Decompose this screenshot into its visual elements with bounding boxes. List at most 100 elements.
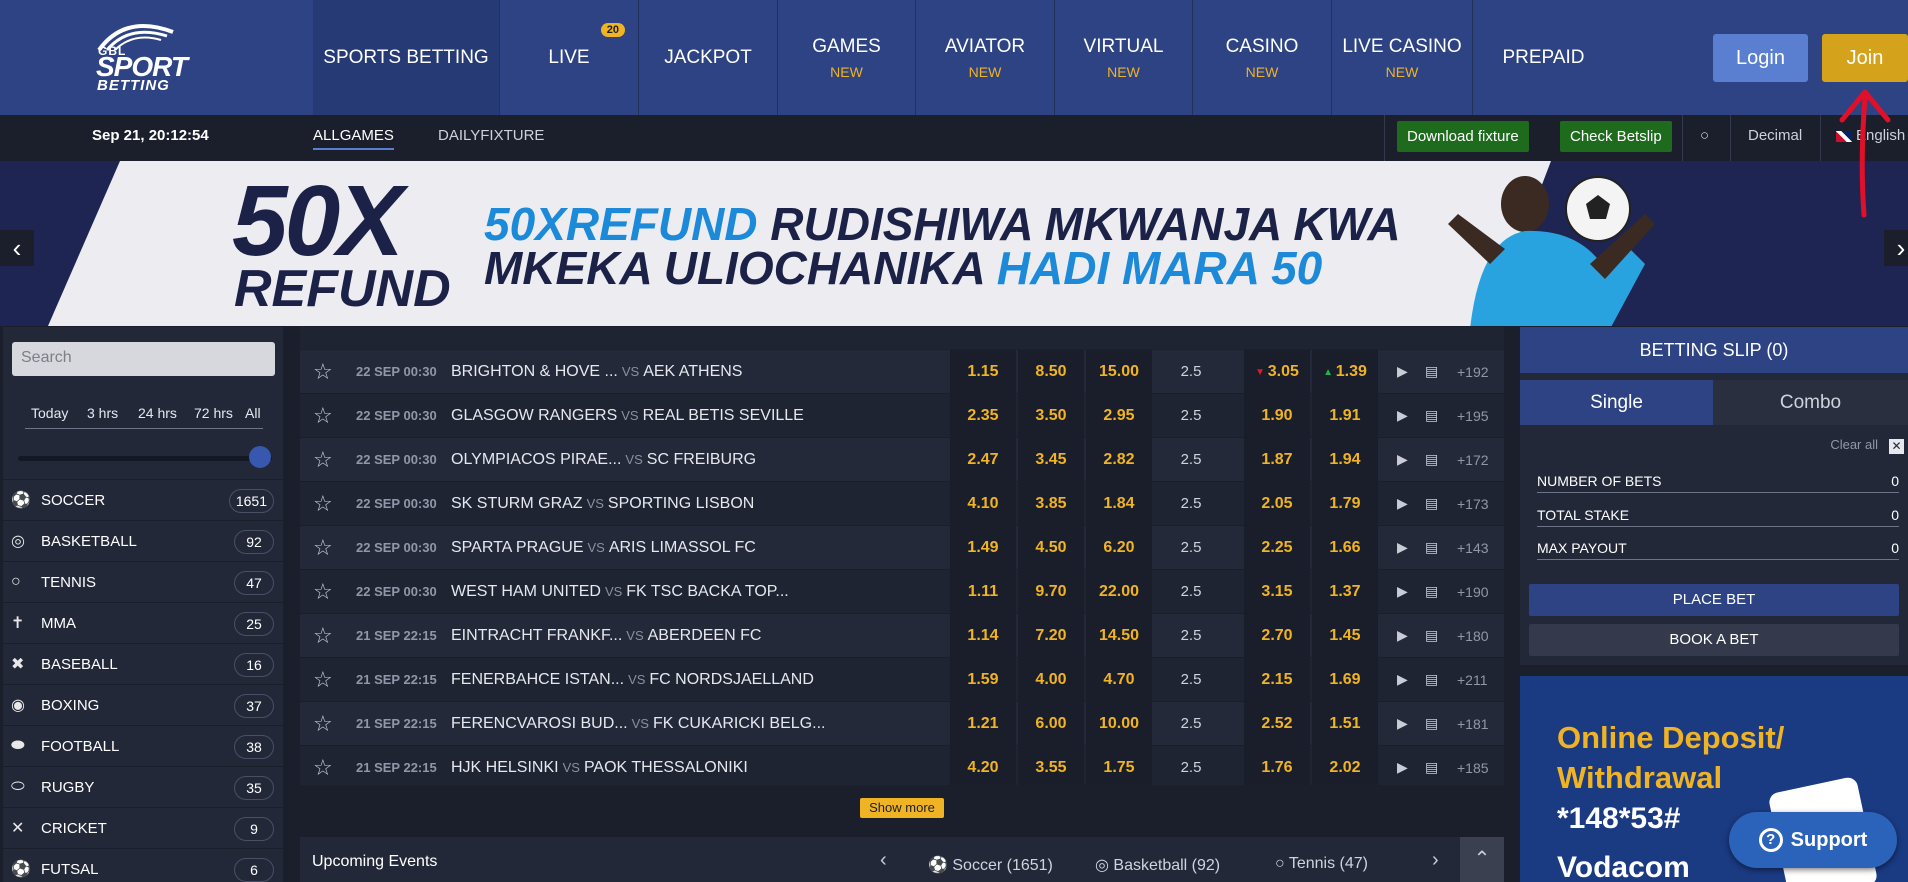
nav-virtual[interactable]: VIRTUAL NEW (1055, 0, 1193, 115)
odd-draw[interactable]: 6.00 (1018, 702, 1084, 746)
more-markets-count[interactable]: +143 (1457, 540, 1489, 556)
show-more-button[interactable]: Show more (860, 798, 944, 818)
play-icon[interactable]: ▶ (1397, 495, 1408, 512)
odd-over[interactable]: 2.52 (1244, 702, 1310, 746)
match-teams[interactable]: OLYMPIACOS PIRAE... VS SC FREIBURG (451, 451, 756, 469)
table-row[interactable]: ☆ 21 SEP 22:15 FENERBAHCE ISTAN... VS FC NOR… (300, 658, 1504, 702)
stats-icon[interactable]: ▤ (1425, 495, 1438, 512)
odd-over[interactable]: 3.15 (1244, 570, 1310, 614)
sport-item-tennis[interactable]: ○ TENNIS 47 (3, 561, 283, 602)
odd-over[interactable]: 1.87 (1244, 438, 1310, 482)
time-range-slider[interactable] (18, 456, 272, 461)
favorite-star-icon[interactable]: ☆ (313, 359, 333, 385)
sport-item-basketball[interactable]: ◎ BASKETBALL 92 (3, 520, 283, 561)
stats-icon[interactable]: ▤ (1425, 451, 1438, 468)
match-teams[interactable]: WEST HAM UNITED VS FK TSC BACKA TOP... (451, 583, 789, 601)
odd-over[interactable]: 2.25 (1244, 526, 1310, 570)
time-filter-all[interactable]: All (245, 405, 261, 421)
table-row[interactable]: ☆ 21 SEP 22:15 EINTRACHT FRANKF... VS ABERDE… (300, 614, 1504, 658)
slider-handle[interactable] (249, 446, 271, 468)
odd-under[interactable]: 1.94 (1312, 438, 1378, 482)
chevron-left-icon[interactable]: ‹ (880, 849, 887, 872)
nav-games[interactable]: GAMES NEW (778, 0, 916, 115)
match-teams[interactable]: SK STURM GRAZ VS SPORTING LISBON (451, 495, 754, 513)
nav-casino[interactable]: CASINO NEW (1193, 0, 1332, 115)
favorite-star-icon[interactable]: ☆ (313, 403, 333, 429)
play-icon[interactable]: ▶ (1397, 627, 1408, 644)
match-teams[interactable]: SPARTA PRAGUE VS ARIS LIMASSOL FC (451, 539, 756, 557)
favorite-star-icon[interactable]: ☆ (313, 579, 333, 605)
more-markets-count[interactable]: +180 (1457, 628, 1489, 644)
odd-over[interactable]: 2.15 (1244, 658, 1310, 702)
odd-home[interactable]: 2.47 (950, 438, 1016, 482)
nav-live[interactable]: LIVE 20 (500, 0, 639, 115)
banner-next-button[interactable]: › (1884, 230, 1908, 266)
stats-icon[interactable]: ▤ (1425, 715, 1438, 732)
more-markets-count[interactable]: +190 (1457, 584, 1489, 600)
check-betslip-button[interactable]: Check Betslip (1560, 121, 1672, 152)
odd-under[interactable]: 1.45 (1312, 614, 1378, 658)
stats-icon[interactable]: ▤ (1425, 759, 1438, 776)
match-teams[interactable]: FENERBAHCE ISTAN... VS FC NORDSJAELLAND (451, 671, 814, 689)
odd-home[interactable]: 4.20 (950, 746, 1016, 785)
odd-draw[interactable]: 3.55 (1018, 746, 1084, 785)
match-teams[interactable]: BRIGHTON & HOVE ... VS AEK ATHENS (451, 363, 742, 381)
odd-under[interactable]: 1.79 (1312, 482, 1378, 526)
time-filter-3hrs[interactable]: 3 hrs (87, 405, 118, 421)
odd-away[interactable]: 15.00 (1086, 350, 1152, 394)
login-button[interactable]: Login (1713, 34, 1808, 82)
sport-item-football[interactable]: ⬬ FOOTBALL 38 (3, 725, 283, 766)
more-markets-count[interactable]: +173 (1457, 496, 1489, 512)
nav-live-casino[interactable]: LIVE CASINO NEW (1332, 0, 1473, 115)
odd-under[interactable]: 1.37 (1312, 570, 1378, 614)
book-a-bet-button[interactable]: BOOK A BET (1529, 624, 1899, 656)
download-fixture-button[interactable]: Download fixture (1397, 121, 1529, 152)
upcoming-tab-soccer[interactable]: ⚽ Soccer (1651) (928, 855, 1053, 875)
play-icon[interactable]: ▶ (1397, 407, 1408, 424)
join-button[interactable]: Join (1822, 34, 1908, 82)
odd-draw[interactable]: 3.50 (1018, 394, 1084, 438)
sport-item-soccer[interactable]: ⚽ SOCCER 1651 (3, 479, 283, 520)
chevron-up-icon[interactable]: ⌃ (1460, 837, 1504, 882)
odd-under[interactable]: ▲ 1.39 (1312, 350, 1378, 394)
favorite-star-icon[interactable]: ☆ (313, 755, 333, 781)
play-icon[interactable]: ▶ (1397, 715, 1408, 732)
odd-under[interactable]: 1.66 (1312, 526, 1378, 570)
odd-away[interactable]: 4.70 (1086, 658, 1152, 702)
table-row[interactable]: ☆ 21 SEP 22:15 FERENCVAROSI BUD... VS FK CUK… (300, 702, 1504, 746)
favorite-star-icon[interactable]: ☆ (313, 447, 333, 473)
table-row[interactable]: ☆ 21 SEP 22:15 HJK HELSINKI VS PAOK THESSALO… (300, 746, 1504, 785)
odd-away[interactable]: 22.00 (1086, 570, 1152, 614)
support-button[interactable]: ? Support (1729, 812, 1897, 868)
stats-icon[interactable]: ▤ (1425, 671, 1438, 688)
sport-item-boxing[interactable]: ◉ BOXING 37 (3, 684, 283, 725)
stats-icon[interactable]: ▤ (1425, 583, 1438, 600)
odd-over[interactable]: 1.76 (1244, 746, 1310, 785)
odd-over[interactable]: 2.05 (1244, 482, 1310, 526)
banner-prev-button[interactable]: ‹ (0, 230, 34, 266)
match-teams[interactable]: FERENCVAROSI BUD... VS FK CUKARICKI BELG..… (451, 715, 825, 733)
odd-home[interactable]: 1.15 (950, 350, 1016, 394)
odd-draw[interactable]: 4.50 (1018, 526, 1084, 570)
sport-item-baseball[interactable]: ✖ BASEBALL 16 (3, 643, 283, 684)
upcoming-tab-basketball[interactable]: ◎ Basketball (92) (1095, 855, 1220, 875)
sport-item-mma[interactable]: ✝ MMA 25 (3, 602, 283, 643)
more-markets-count[interactable]: +211 (1457, 672, 1488, 688)
odd-draw[interactable]: 4.00 (1018, 658, 1084, 702)
table-row[interactable]: ☆ 22 SEP 00:30 SPARTA PRAGUE VS ARIS LIMASSO… (300, 526, 1504, 570)
odd-over[interactable]: 1.90 (1244, 394, 1310, 438)
odd-home[interactable]: 1.14 (950, 614, 1016, 658)
more-markets-count[interactable]: +195 (1457, 408, 1489, 424)
sport-item-cricket[interactable]: ✕ CRICKET 9 (3, 807, 283, 848)
table-row[interactable]: ☆ 22 SEP 00:30 OLYMPIACOS PIRAE... VS SC FRE… (300, 438, 1504, 482)
odd-away[interactable]: 1.75 (1086, 746, 1152, 785)
tab-dailyfixture[interactable]: DAILYFIXTURE (438, 127, 544, 144)
play-icon[interactable]: ▶ (1397, 583, 1408, 600)
odd-draw[interactable]: 3.85 (1018, 482, 1084, 526)
odd-home[interactable]: 1.21 (950, 702, 1016, 746)
table-row[interactable]: ☆ 22 SEP 00:30 WEST HAM UNITED VS FK TSC BAC… (300, 570, 1504, 614)
headset-icon[interactable]: ○ (1700, 127, 1709, 144)
favorite-star-icon[interactable]: ☆ (313, 491, 333, 517)
search-input[interactable]: Search (12, 342, 275, 376)
odd-away[interactable]: 10.00 (1086, 702, 1152, 746)
